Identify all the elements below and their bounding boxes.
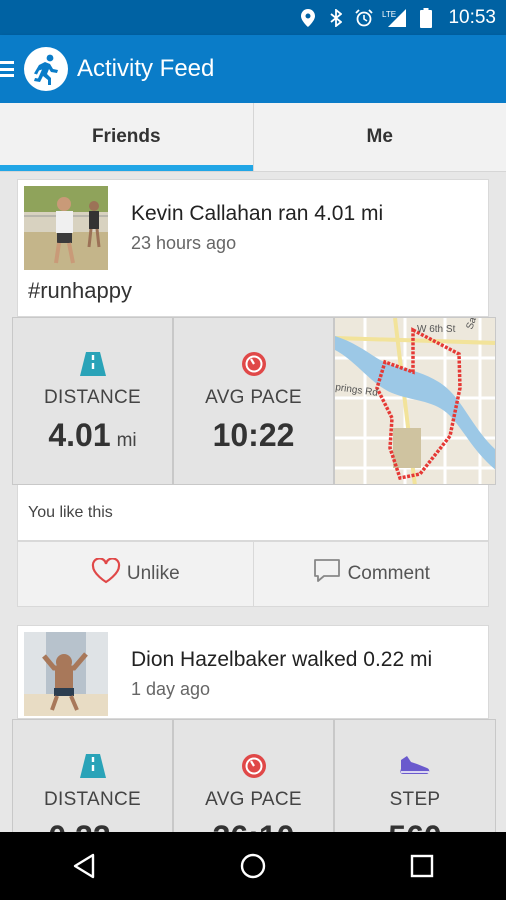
stat-value: 4.01 mi [48,417,136,454]
comment-label: Comment [347,563,430,584]
comment-icon [312,558,342,590]
stat-distance: DISTANCE 4.01 mi [12,317,173,485]
activity-feed[interactable]: Kevin Callahan ran 4.01 mi 23 hours ago … [0,172,506,832]
tab-bar: Friends Me [0,103,506,172]
road-icon [79,351,106,377]
stat-label: AVG PACE [205,387,302,408]
post-title: Kevin Callahan ran 4.01 mi [131,202,384,225]
avatar[interactable] [24,632,108,716]
post-stats: DISTANCE 0.22mi AVG PACE 36:10 STEP 560 [12,719,496,832]
stat-distance: DISTANCE 0.22mi [12,719,173,832]
post-hashtag: #runhappy [28,278,132,303]
app-title: Activity Feed [77,55,215,82]
stat-label: STEP [389,789,441,810]
post-card-header[interactable]: Dion Hazelbaker walked 0.22 mi 1 day ago [17,625,489,719]
stat-number: 4.01 [48,417,111,453]
status-bar: LTE 10:53 [0,0,506,35]
bluetooth-icon [326,8,346,28]
back-icon[interactable] [64,846,104,886]
post-title: Dion Hazelbaker walked 0.22 mi [131,648,433,671]
system-nav-bar [0,832,506,900]
lte-signal-icon: LTE [382,8,408,28]
post-actions: Unlike Comment [17,541,489,607]
runner-logo-icon[interactable] [24,47,68,91]
pace-gauge-icon [241,753,267,779]
likes-summary[interactable]: You like this [17,485,489,541]
unlike-button[interactable]: Unlike [18,542,253,606]
route-map[interactable]: W 6th St San Ja prings Rd [334,317,496,485]
post-time: 1 day ago [131,679,211,699]
post-card-header[interactable]: Kevin Callahan ran 4.01 mi 23 hours ago … [17,179,489,317]
menu-icon[interactable] [0,61,16,77]
stat-number: 0.22 [48,819,110,832]
heart-icon [91,557,121,590]
stat-avg-pace: AVG PACE 10:22 [173,317,334,485]
post-time: 23 hours ago [131,233,237,253]
stat-avg-pace: AVG PACE 36:10 [173,719,334,832]
map-label-street: W 6th St [417,324,456,335]
road-icon [79,753,106,779]
comment-button[interactable]: Comment [252,542,489,606]
post-stats: DISTANCE 4.01 mi AVG PACE 10:22 W 6th St… [12,317,496,485]
shoe-icon [399,753,431,779]
recents-icon[interactable] [402,846,442,886]
tab-friends[interactable]: Friends [0,103,253,171]
location-icon [298,8,318,28]
stat-value: 560 [388,819,441,832]
stat-label: DISTANCE [43,387,142,408]
stat-steps: STEP 560 [334,719,496,832]
app-bar: Activity Feed [0,35,506,103]
stat-value: 0.22mi [48,819,136,832]
pace-gauge-icon [241,351,267,377]
alarm-icon [354,8,374,28]
battery-icon [416,7,436,28]
network-label: LTE [382,10,396,19]
stat-label: DISTANCE [43,789,142,810]
stat-value: 36:10 [213,819,295,832]
status-time: 10:53 [448,6,496,28]
stat-label: AVG PACE [205,789,302,810]
unlike-label: Unlike [126,563,180,584]
stat-value: 10:22 [212,417,295,453]
avatar[interactable] [24,186,108,270]
tab-me[interactable]: Me [252,103,506,171]
home-icon[interactable] [233,846,273,886]
stat-unit: mi [116,430,137,451]
